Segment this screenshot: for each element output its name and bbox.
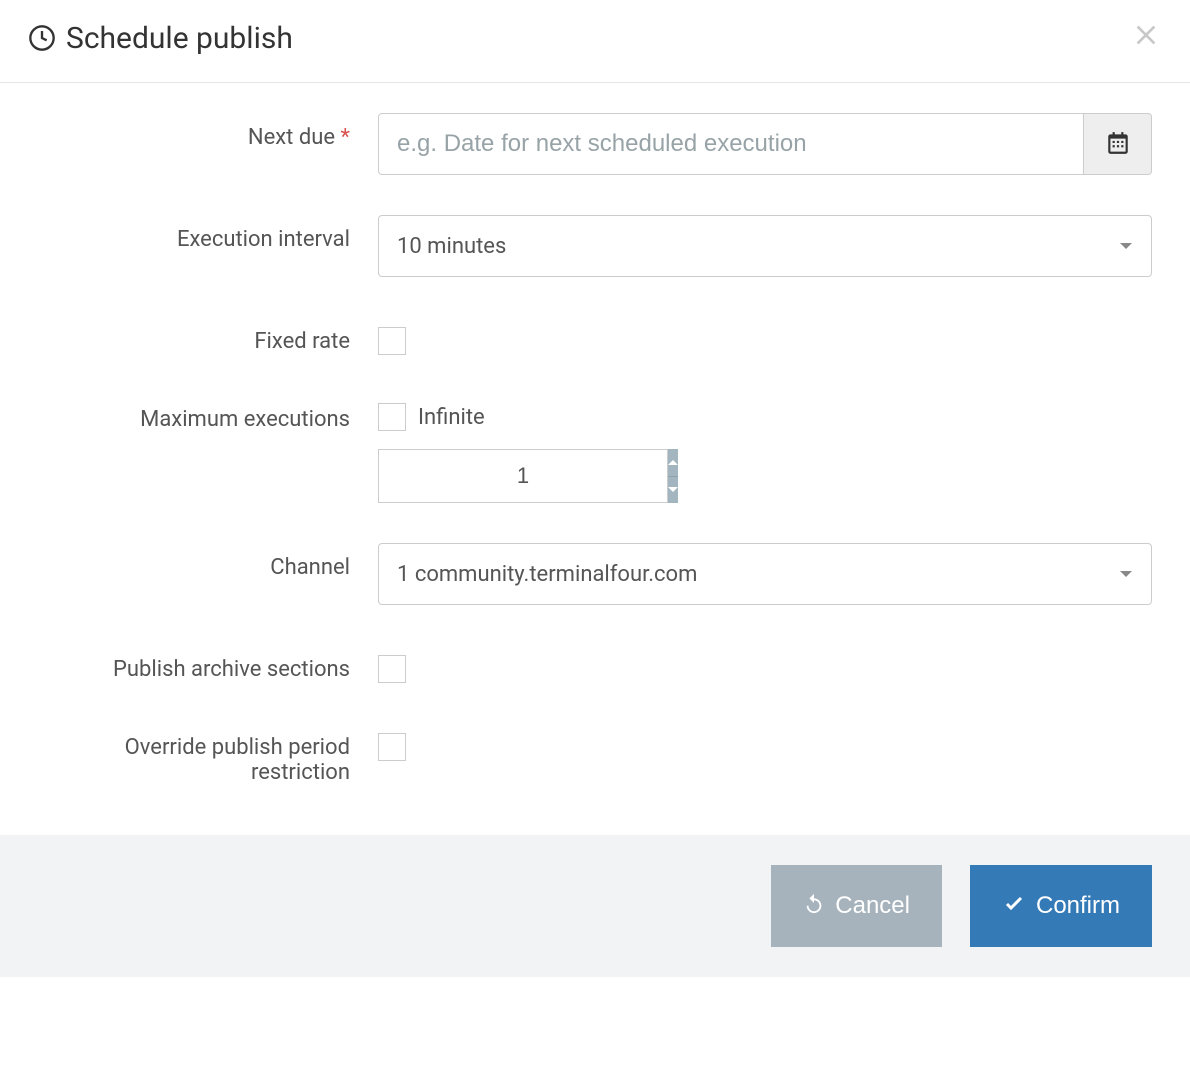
spinner-down-button[interactable] (668, 477, 678, 504)
next-due-input[interactable] (378, 113, 1084, 175)
cancel-button[interactable]: Cancel (771, 865, 942, 947)
modal-body: Next due * Execution interval 10 minutes (0, 83, 1190, 835)
clock-icon (28, 24, 56, 52)
max-executions-input[interactable] (378, 449, 668, 503)
override-period-checkbox[interactable] (378, 733, 406, 761)
close-button[interactable] (1130, 18, 1162, 58)
label-override-period: Override publish period restriction (38, 723, 378, 785)
caret-down-icon (668, 487, 678, 492)
row-override-period: Override publish period restriction (38, 723, 1152, 785)
fixed-rate-checkbox[interactable] (378, 327, 406, 355)
modal-title: Schedule publish (28, 21, 293, 56)
undo-icon (803, 892, 825, 921)
channel-select[interactable]: 1 community.terminalfour.com (378, 543, 1152, 605)
calendar-button[interactable] (1084, 113, 1152, 175)
infinite-checkbox[interactable] (378, 403, 406, 431)
execution-interval-select[interactable]: 10 minutes (378, 215, 1152, 277)
infinite-label: Infinite (418, 405, 485, 430)
label-channel: Channel (38, 543, 378, 580)
modal-header: Schedule publish (0, 0, 1190, 83)
label-publish-archive: Publish archive sections (38, 645, 378, 682)
row-max-executions: Maximum executions Infinite (38, 395, 1152, 503)
caret-up-icon (668, 460, 678, 465)
row-execution-interval: Execution interval 10 minutes (38, 215, 1152, 277)
row-channel: Channel 1 community.terminalfour.com (38, 543, 1152, 605)
check-icon (1002, 891, 1026, 922)
label-fixed-rate: Fixed rate (38, 317, 378, 354)
calendar-icon (1105, 130, 1131, 159)
row-fixed-rate: Fixed rate (38, 317, 1152, 355)
label-execution-interval: Execution interval (38, 215, 378, 252)
required-indicator: * (341, 125, 350, 150)
modal-title-text: Schedule publish (66, 21, 293, 56)
publish-archive-checkbox[interactable] (378, 655, 406, 683)
row-publish-archive: Publish archive sections (38, 645, 1152, 683)
spinner-up-button[interactable] (668, 449, 678, 477)
label-max-executions: Maximum executions (38, 395, 378, 432)
label-next-due: Next due * (38, 113, 378, 150)
confirm-button[interactable]: Confirm (970, 865, 1152, 947)
row-next-due: Next due * (38, 113, 1152, 175)
modal-footer: Cancel Confirm (0, 835, 1190, 977)
